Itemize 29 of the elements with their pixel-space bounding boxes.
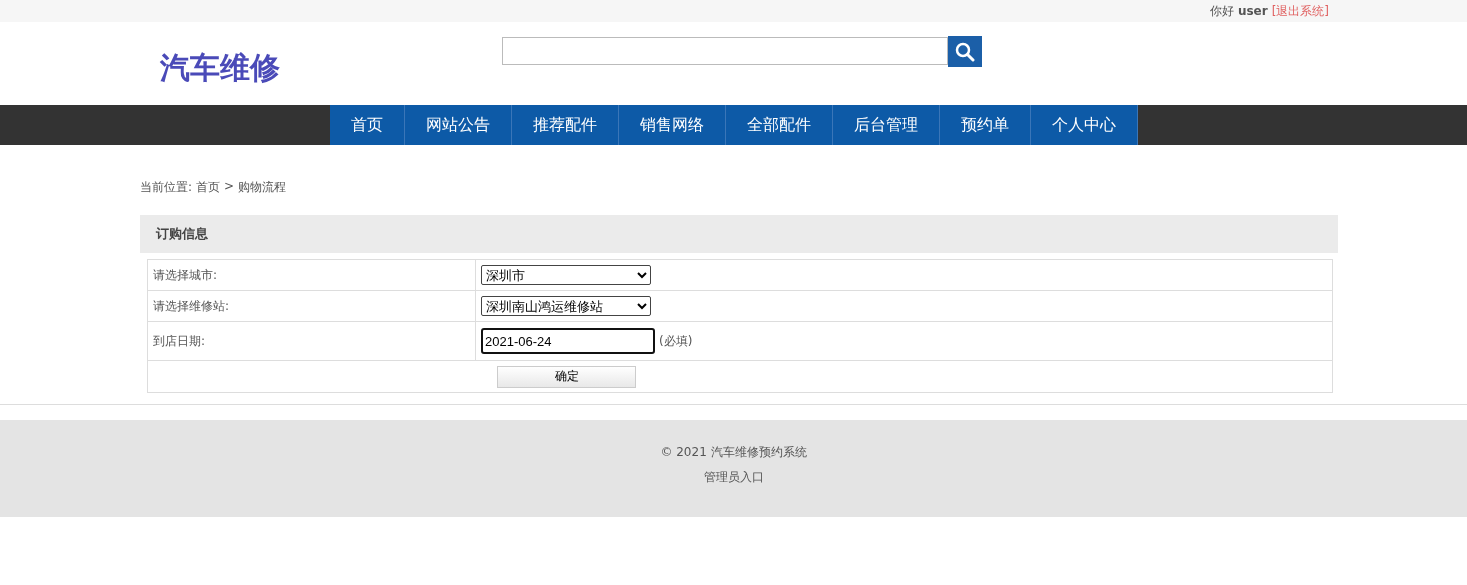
date-field[interactable]: 2021-06-24 [481,328,655,354]
field-label: 到店日期: [148,322,476,360]
search-icon [955,41,975,62]
field-label: 请选择维修站: [148,291,476,321]
panel-title: 订购信息 [140,215,1338,253]
confirm-button[interactable]: 确定 [497,365,636,388]
nav-item[interactable]: 首页 [329,105,405,145]
nav-item[interactable]: 网站公告 [404,105,512,145]
nav-item[interactable]: 全部配件 [725,105,833,145]
search-button[interactable] [948,36,982,67]
breadcrumb-separator: > [224,179,235,195]
breadcrumb-link[interactable]: 首页 [196,179,221,196]
copyright-text: © 2021 汽车维修预约系统 [660,444,807,461]
username: user [1237,4,1268,18]
nav-item[interactable]: 销售网络 [618,105,726,145]
nav-item[interactable]: 推荐配件 [511,105,619,145]
site-logo: 汽车维修 [160,49,280,87]
search-field[interactable] [502,37,948,65]
admin-link[interactable]: 管理员入口 [703,469,764,486]
required-note: (必填) [659,332,693,350]
nav-item[interactable]: 个人中心 [1030,105,1138,145]
dropdown[interactable]: 深圳南山鸿运维修站 [481,296,651,316]
dropdown[interactable]: 深圳市 [481,265,651,285]
field-label: 请选择城市: [148,260,476,290]
greeting-text: 你好 [1209,2,1234,20]
nav-item[interactable]: 预约单 [939,105,1031,145]
nav-item[interactable]: 后台管理 [832,105,940,145]
breadcrumb-current: 购物流程 [238,179,287,196]
breadcrumb-label: 当前位置: [140,179,193,196]
